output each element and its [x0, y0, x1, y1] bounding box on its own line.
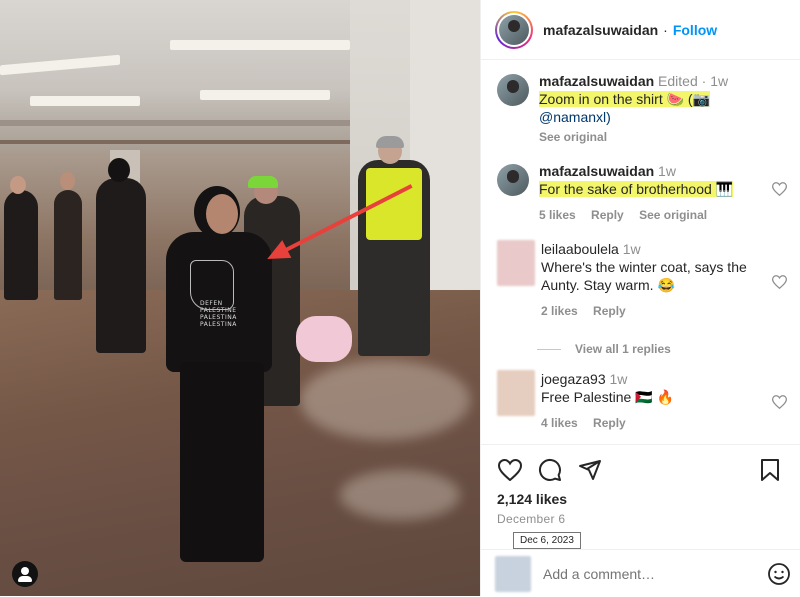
- shirt-map-outline: [190, 260, 234, 310]
- ceiling-light: [170, 40, 350, 50]
- post-actions: 2,124 likes December 6 Dec 6, 2023: [481, 444, 800, 596]
- heart-icon[interactable]: [497, 457, 523, 483]
- post-date[interactable]: December 6: [497, 512, 565, 526]
- see-original-link[interactable]: See original: [539, 130, 607, 144]
- comment-username[interactable]: leilaaboulela: [541, 241, 619, 257]
- grey-beanie: [376, 136, 404, 148]
- see-original-link[interactable]: See original: [639, 208, 707, 222]
- date-tooltip: Dec 6, 2023: [513, 532, 581, 549]
- green-cap: [248, 176, 278, 188]
- comment-text: Free Palestine 🇵🇸 🔥: [541, 389, 674, 405]
- shirt-text: PALESTINA: [200, 321, 237, 328]
- avatar[interactable]: [497, 240, 535, 286]
- comment-time[interactable]: 1w: [610, 371, 628, 387]
- share-icon[interactable]: [577, 457, 603, 483]
- bookmark-icon[interactable]: [757, 457, 783, 483]
- comment-text: Where's the winter coat, says the Aunty.…: [541, 259, 747, 293]
- reply-button[interactable]: Reply: [593, 416, 626, 430]
- avatar[interactable]: [497, 164, 529, 196]
- view-replies-link[interactable]: View all 1 replies: [537, 342, 671, 356]
- comment-actions: 5 likes Reply See original: [539, 206, 787, 224]
- comment-username[interactable]: mafazalsuwaidan: [539, 73, 654, 89]
- comment-item: joegaza93 1w Free Palestine 🇵🇸 🔥 4 likes…: [497, 370, 787, 432]
- comment-item: mafazalsuwaidan 1w For the sake of broth…: [497, 162, 787, 224]
- main-person-legs: [180, 362, 264, 562]
- floor-reflection: [340, 470, 460, 520]
- comment-item: leilaaboulela 1w Where's the winter coat…: [497, 240, 787, 320]
- background-person-head: [60, 172, 75, 190]
- comments-list[interactable]: mafazalsuwaidan Edited · 1w Zoom in on t…: [481, 60, 800, 444]
- view-replies-label[interactable]: View all 1 replies: [575, 342, 671, 356]
- avatar[interactable]: [497, 74, 529, 106]
- post-photo[interactable]: DEFEN PALESTINE PALESTINA PALESTINA: [0, 0, 480, 596]
- edited-label: Edited: [658, 73, 698, 89]
- comment-actions: 2 likes Reply: [541, 302, 787, 320]
- comment-username[interactable]: joegaza93: [541, 371, 606, 387]
- comment-like-icon[interactable]: [771, 395, 787, 411]
- comment-time[interactable]: 1w: [623, 241, 641, 257]
- shirt-text: PALESTINA: [200, 314, 237, 321]
- comment-icon[interactable]: [537, 457, 563, 483]
- pink-bag: [296, 316, 352, 362]
- ceiling-light: [30, 96, 140, 106]
- follow-button[interactable]: Follow: [673, 22, 717, 38]
- author-username[interactable]: mafazalsuwaidan: [543, 22, 658, 38]
- action-icons: [497, 457, 617, 483]
- mention-link[interactable]: @namanxl): [539, 109, 611, 125]
- comment-likes[interactable]: 4 likes: [541, 416, 578, 430]
- main-person-face: [206, 194, 238, 234]
- meta-dot: ·: [701, 73, 707, 89]
- viewer-avatar: [495, 555, 531, 592]
- caption: mafazalsuwaidan Edited · 1w Zoom in on t…: [497, 72, 787, 146]
- post-header: mafazalsuwaidan · Follow: [481, 0, 800, 60]
- background-person: [96, 178, 146, 353]
- background-person-head: [10, 176, 26, 194]
- ceiling-light: [200, 90, 330, 100]
- author-avatar[interactable]: [495, 10, 533, 49]
- background-person: [4, 190, 38, 300]
- floor-reflection: [300, 360, 470, 440]
- comment-text: For the sake of brotherhood 🎹: [539, 181, 734, 197]
- reply-button[interactable]: Reply: [593, 304, 626, 318]
- comment-time[interactable]: 1w: [710, 73, 728, 89]
- background-person-head: [108, 158, 130, 182]
- caption-text: Zoom in on the shirt 🍉 (📷: [539, 91, 711, 107]
- reply-button[interactable]: Reply: [591, 208, 624, 222]
- user-tag-icon[interactable]: [12, 561, 38, 587]
- post-side-panel: mafazalsuwaidan · Follow mafazalsuwaidan…: [480, 0, 800, 596]
- comment-like-icon[interactable]: [771, 275, 787, 291]
- comment-time[interactable]: 1w: [658, 163, 676, 179]
- comment-actions: See original: [539, 128, 787, 146]
- likes-count[interactable]: 2,124 likes: [497, 491, 567, 507]
- comment-actions: 4 likes Reply: [541, 414, 787, 432]
- emoji-icon[interactable]: [767, 562, 791, 586]
- add-comment-input[interactable]: [543, 565, 763, 582]
- background-person: [54, 190, 82, 300]
- avatar[interactable]: [497, 370, 535, 416]
- comment-like-icon[interactable]: [771, 182, 787, 198]
- add-comment-row: [481, 549, 800, 597]
- header-separator: ·: [663, 21, 668, 38]
- comment-username[interactable]: mafazalsuwaidan: [539, 163, 654, 179]
- comment-likes[interactable]: 5 likes: [539, 208, 576, 222]
- comment-likes[interactable]: 2 likes: [541, 304, 578, 318]
